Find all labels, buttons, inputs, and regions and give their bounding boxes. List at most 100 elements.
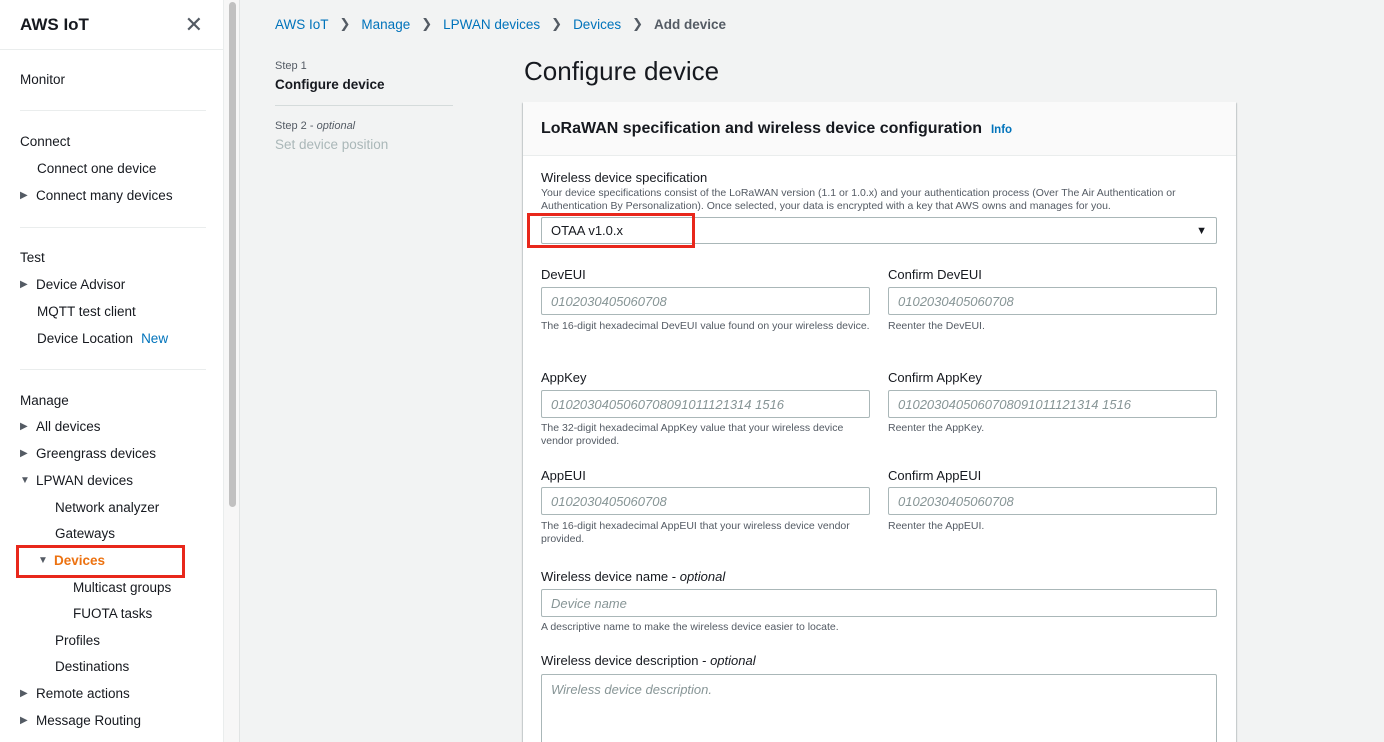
sidebar-item-mqtt-test-client[interactable]: MQTT test client	[37, 304, 136, 319]
breadcrumb-lpwan-devices[interactable]: LPWAN devices	[443, 17, 540, 32]
deveui-label: DevEUI	[541, 267, 586, 282]
sidebar-item-fuota-tasks[interactable]: FUOTA tasks	[73, 606, 152, 621]
page-title: Configure device	[524, 56, 720, 86]
sidebar-section-connect: Connect	[20, 134, 71, 149]
device-name-label: Wireless device name - optional	[541, 569, 726, 584]
scrollbar-thumb[interactable]	[229, 2, 236, 507]
sidebar-item-remote-actions[interactable]: ▶ Remote actions	[20, 686, 130, 701]
sidebar-title: AWS IoT	[20, 14, 89, 34]
panel-title: LoRaWAN specification and wireless devic…	[541, 119, 982, 137]
sidebar-item-label: Network analyzer	[55, 500, 160, 515]
device-name-input[interactable]: Device name	[541, 589, 1217, 617]
confirm-appeui-description: Reenter the AppEUI.	[888, 520, 985, 532]
confirm-deveui-input[interactable]: 0102030405060708	[888, 287, 1217, 315]
sidebar-item-multicast-groups[interactable]: Multicast groups	[73, 580, 171, 595]
close-icon[interactable]: ✕	[185, 13, 203, 36]
confirm-appkey-label: Confirm AppKey	[888, 370, 982, 385]
sidebar-header: AWS IoT ✕	[0, 0, 223, 50]
sidebar-scrollbar[interactable]	[224, 0, 240, 742]
sidebar-item-label: Device Advisor	[36, 277, 126, 292]
sidebar-item-monitor[interactable]: Monitor	[20, 72, 65, 87]
sidebar-item-label: MQTT test client	[37, 304, 136, 319]
step-divider	[275, 105, 453, 106]
device-name-description: A descriptive name to make the wireless …	[541, 621, 839, 633]
confirm-appeui-input[interactable]: 0102030405060708	[888, 487, 1217, 515]
appkey-description: The 32-digit hexadecimal AppKey value th…	[541, 422, 844, 447]
spec-description: Your device specifications consist of th…	[541, 187, 1176, 212]
sidebar-item-label: LPWAN devices	[36, 473, 134, 488]
panel-header: LoRaWAN specification and wireless devic…	[523, 102, 1236, 156]
triangle-right-icon: ▶	[20, 688, 28, 699]
triangle-right-icon: ▶	[20, 190, 28, 201]
chevron-right-icon: ❯	[339, 16, 351, 31]
sidebar-divider	[20, 369, 206, 370]
appeui-input[interactable]: 0102030405060708	[541, 487, 870, 515]
step-1-number: Step 1	[275, 60, 307, 72]
sidebar-item-connect-many-devices[interactable]: ▶ Connect many devices	[20, 188, 173, 203]
confirm-deveui-label: Confirm DevEUI	[888, 267, 982, 282]
triangle-right-icon: ▶	[20, 448, 28, 459]
sidebar-section-manage: Manage	[20, 393, 69, 408]
step-2-number: Step 2 - optional	[275, 120, 356, 132]
sidebar-item-network-analyzer[interactable]: Network analyzer	[55, 500, 159, 515]
confirm-appeui-label: Confirm AppEUI	[888, 468, 982, 483]
breadcrumb-manage[interactable]: Manage	[361, 17, 410, 32]
new-badge: New	[141, 331, 169, 346]
triangle-down-icon: ▼	[20, 475, 30, 486]
appkey-label: AppKey	[541, 370, 587, 385]
sidebar-item-label: Greengrass devices	[36, 446, 157, 461]
sidebar-item-connect-one-device[interactable]: Connect one device	[37, 161, 156, 176]
sidebar-item-message-routing[interactable]: ▶ Message Routing	[20, 713, 141, 728]
sidebar-item-label: All devices	[36, 419, 101, 434]
breadcrumb-aws-iot[interactable]: AWS IoT	[275, 17, 329, 32]
sidebar-item-device-location[interactable]: Device Location New	[37, 331, 168, 346]
device-config-panel: LoRaWAN specification and wireless devic…	[523, 102, 1236, 742]
device-description-textarea[interactable]: Wireless device description.	[541, 674, 1217, 742]
highlight-box-spec	[527, 213, 695, 248]
appeui-description: The 16-digit hexadecimal AppEUI that you…	[541, 520, 850, 545]
sidebar-item-label: Device Location	[37, 331, 134, 346]
chevron-right-icon: ❯	[551, 16, 563, 31]
sidebar-item-label: FUOTA tasks	[73, 606, 153, 621]
sidebar-item-label: Connect many devices	[36, 188, 173, 203]
sidebar-item-all-devices[interactable]: ▶ All devices	[20, 419, 101, 434]
triangle-right-icon: ▶	[20, 421, 28, 432]
sidebar-item-gateways[interactable]: Gateways	[55, 526, 115, 541]
sidebar-item-profiles[interactable]: Profiles	[55, 633, 100, 648]
confirm-deveui-description: Reenter the DevEUI.	[888, 320, 985, 332]
device-description-label: Wireless device description - optional	[541, 653, 756, 668]
step-1-name[interactable]: Configure device	[275, 77, 453, 92]
breadcrumb-devices[interactable]: Devices	[573, 17, 621, 32]
sidebar-item-greengrass-devices[interactable]: ▶ Greengrass devices	[20, 446, 156, 461]
step-2-name: Set device position	[275, 137, 389, 152]
deveui-input[interactable]: 0102030405060708	[541, 287, 870, 315]
main-content: AWS IoT ❯ Manage ❯ LPWAN devices ❯ Devic…	[241, 0, 1384, 742]
sidebar-item-label: Profiles	[55, 633, 101, 648]
spec-label: Wireless device specification	[541, 170, 708, 185]
sidebar-item-label: Destinations	[55, 659, 130, 674]
deveui-description: The 16-digit hexadecimal DevEUI value fo…	[541, 320, 870, 332]
confirm-appkey-input[interactable]: 0102030405060708091011121314 1516	[888, 390, 1217, 418]
sidebar: AWS IoT ✕ Monitor Connect Connect one de…	[0, 0, 224, 742]
triangle-right-icon: ▶	[20, 279, 28, 290]
appkey-input[interactable]: 0102030405060708091011121314 1516	[541, 390, 870, 418]
sidebar-item-label: Multicast groups	[73, 580, 172, 595]
triangle-right-icon: ▶	[20, 715, 28, 726]
highlight-box-devices	[16, 545, 185, 578]
breadcrumb-current: Add device	[653, 16, 727, 32]
sidebar-item-destinations[interactable]: Destinations	[55, 659, 129, 674]
sidebar-item-device-advisor[interactable]: ▶ Device Advisor	[20, 277, 125, 292]
appeui-label: AppEUI	[541, 468, 586, 483]
chevron-right-icon: ❯	[632, 16, 643, 31]
chevron-right-icon: ❯	[421, 16, 433, 31]
sidebar-item-lpwan-devices[interactable]: ▼ LPWAN devices	[20, 473, 133, 488]
breadcrumb: AWS IoT ❯ Manage ❯ LPWAN devices ❯ Devic…	[275, 16, 726, 32]
sidebar-item-label: Gateways	[55, 526, 116, 541]
sidebar-item-label: Remote actions	[36, 686, 130, 701]
caret-down-icon: ▼	[1196, 224, 1207, 237]
sidebar-item-label: Connect one device	[37, 161, 157, 176]
wizard-steps: Step 1 Configure device Step 2 - optiona…	[275, 60, 453, 152]
info-link[interactable]: Info	[991, 124, 1012, 136]
sidebar-item-label: Message Routing	[36, 713, 142, 728]
sidebar-section-test: Test	[20, 250, 45, 265]
